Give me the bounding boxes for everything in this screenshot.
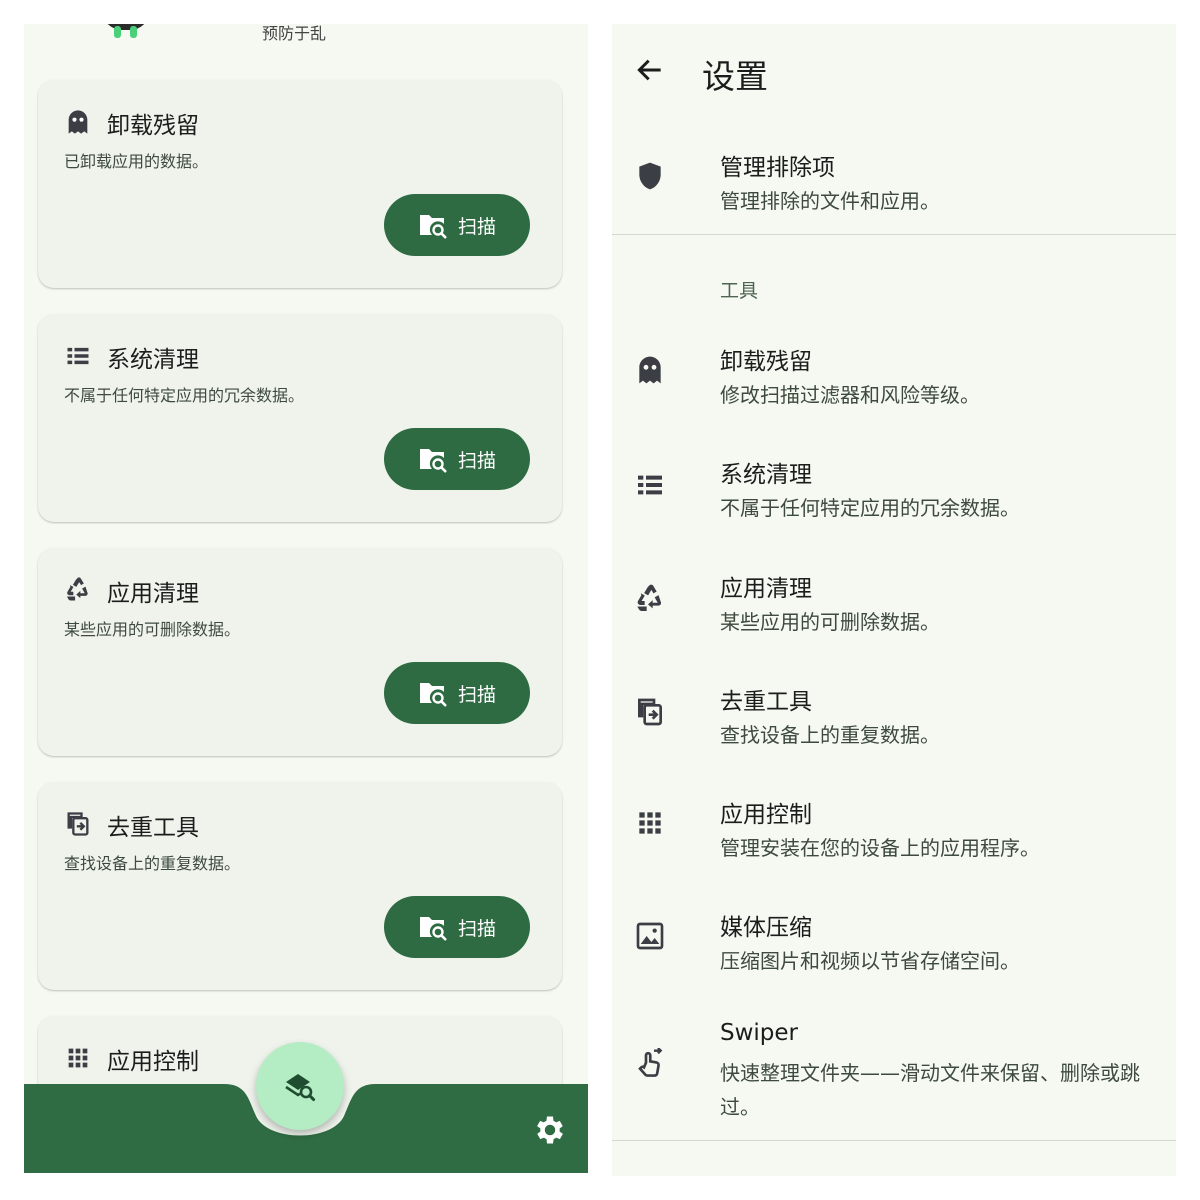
row-description: 不属于任何特定应用的冗余数据。 xyxy=(720,496,1020,520)
card-title: 卸载残留 xyxy=(107,113,199,139)
card-deduplicator: 去重工具 查找设备上的重复数据。 扫描 xyxy=(38,782,562,990)
card-corpse-finder: 卸载残留 已卸载应用的数据。 扫描 xyxy=(38,80,562,288)
duplicate-icon xyxy=(638,698,662,726)
scan-button-label: 扫描 xyxy=(457,917,496,940)
row-description: 修改扫描过滤器和风险等级。 xyxy=(720,383,980,407)
folder-search-icon xyxy=(419,917,447,941)
card-description: 已卸载应用的数据。 xyxy=(64,152,209,171)
recycle-icon xyxy=(66,577,88,601)
header-subtitle: 预防于乱 xyxy=(262,24,327,43)
recycle-icon xyxy=(637,584,662,611)
settings-item-swiper[interactable]: Swiper 快速整理文件夹——滑动文件来保留、删除或跳过。 xyxy=(612,1020,1176,1120)
divider xyxy=(612,1140,1176,1141)
back-arrow-icon[interactable] xyxy=(634,54,666,86)
settings-item-deduplicator[interactable]: 去重工具 查找设备上的重复数据。 xyxy=(612,682,1176,752)
row-title: 媒体压缩 xyxy=(720,915,812,941)
card-description: 某些应用的可删除数据。 xyxy=(64,620,241,639)
dashboard-panel: 预防于乱 卸载残留 已卸载应用的数据。 扫描 系统清理 不属于任何特定应用的冗余… xyxy=(24,24,588,1173)
apps-grid-icon xyxy=(639,812,661,834)
scan-button[interactable]: 扫描 xyxy=(384,428,530,490)
duplicate-icon xyxy=(67,812,89,836)
ghost-icon xyxy=(68,110,88,134)
page-title: 设置 xyxy=(702,57,768,96)
mascot-logo xyxy=(102,24,150,42)
image-icon xyxy=(636,922,664,950)
row-description: 管理安装在您的设备上的应用程序。 xyxy=(720,836,1040,860)
row-title: 应用清理 xyxy=(720,576,812,602)
settings-panel: 设置 管理排除项 管理排除的文件和应用。 工具 卸载残留 修改扫描过滤器和风险等… xyxy=(612,24,1176,1176)
list-icon xyxy=(67,347,89,365)
settings-item-corpse-finder[interactable]: 卸载残留 修改扫描过滤器和风险等级。 xyxy=(612,342,1176,412)
folder-search-icon xyxy=(419,215,447,239)
settings-item-app-cleaner[interactable]: 应用清理 某些应用的可删除数据。 xyxy=(612,569,1176,639)
section-header-tools: 工具 xyxy=(720,280,759,302)
settings-item-media-compression[interactable]: 媒体压缩 压缩图片和视频以节省存储空间。 xyxy=(612,908,1176,978)
scan-button[interactable]: 扫描 xyxy=(384,662,530,724)
row-description: 压缩图片和视频以节省存储空间。 xyxy=(720,949,1020,973)
settings-item-system-cleaner[interactable]: 系统清理 不属于任何特定应用的冗余数据。 xyxy=(612,455,1176,525)
settings-item-exclusions[interactable]: 管理排除项 管理排除的文件和应用。 xyxy=(612,148,1176,218)
card-system-cleaner: 系统清理 不属于任何特定应用的冗余数据。 扫描 xyxy=(38,314,562,522)
apps-grid-icon xyxy=(68,1048,88,1068)
row-title: Swiper xyxy=(720,1020,799,1046)
scan-button-label: 扫描 xyxy=(457,683,496,706)
row-title: 管理排除项 xyxy=(720,155,835,181)
card-description: 查找设备上的重复数据。 xyxy=(64,854,241,873)
ghost-icon xyxy=(639,356,661,384)
scan-button[interactable]: 扫描 xyxy=(384,896,530,958)
folder-search-icon xyxy=(419,449,447,473)
scan-button[interactable]: 扫描 xyxy=(384,194,530,256)
row-description: 快速整理文件夹——滑动文件来保留、删除或跳过。 xyxy=(720,1061,1140,1119)
row-title: 应用控制 xyxy=(720,802,812,828)
swipe-icon xyxy=(638,1048,663,1077)
row-title: 去重工具 xyxy=(720,689,812,715)
scan-all-icon xyxy=(285,1074,316,1102)
card-description: 不属于任何特定应用的冗余数据。 xyxy=(64,386,305,405)
card-title: 系统清理 xyxy=(107,347,199,373)
scan-button-label: 扫描 xyxy=(457,215,496,238)
divider xyxy=(612,234,1176,235)
settings-item-app-control[interactable]: 应用控制 管理安装在您的设备上的应用程序。 xyxy=(612,795,1176,865)
gear-icon[interactable] xyxy=(532,1112,568,1148)
card-title: 应用清理 xyxy=(107,581,199,607)
row-title: 系统清理 xyxy=(720,462,812,488)
shield-icon xyxy=(639,162,661,190)
scan-all-fab[interactable] xyxy=(256,1042,344,1130)
row-description: 管理排除的文件和应用。 xyxy=(720,189,940,213)
list-icon xyxy=(638,475,662,495)
row-title: 卸载残留 xyxy=(720,349,812,375)
folder-search-icon xyxy=(419,683,447,707)
row-description: 某些应用的可删除数据。 xyxy=(720,610,940,634)
row-description: 查找设备上的重复数据。 xyxy=(720,723,940,747)
card-title: 应用控制 xyxy=(107,1049,199,1075)
card-app-cleaner: 应用清理 某些应用的可删除数据。 扫描 xyxy=(38,548,562,756)
scan-button-label: 扫描 xyxy=(457,449,496,472)
card-title: 去重工具 xyxy=(107,815,199,841)
